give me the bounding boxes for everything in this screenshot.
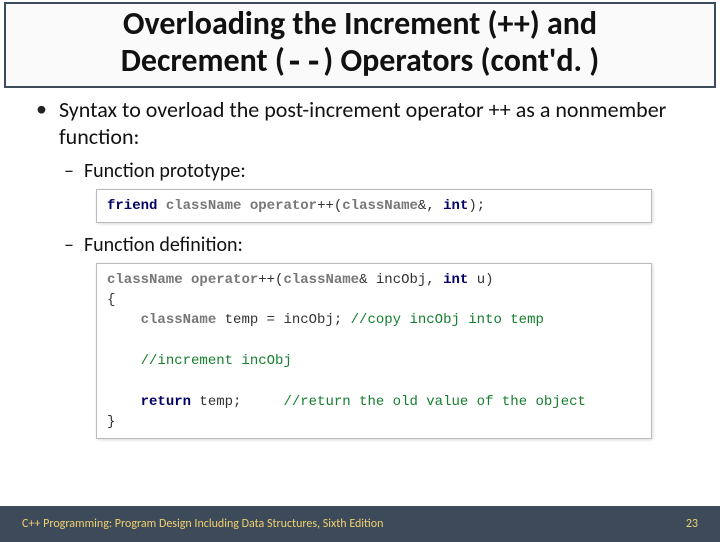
- slide-footer: C++ Programming: Program Design Includin…: [0, 506, 720, 542]
- code-prototype: friend className operator++(className&, …: [96, 189, 652, 223]
- code-definition: className operator++(className& incObj, …: [96, 263, 652, 439]
- title-line-2: Decrement (--) Operators (cont'd. ): [121, 41, 600, 80]
- dash-icon: –: [64, 233, 74, 257]
- footer-page-number: 23: [686, 517, 698, 531]
- sub-prototype-text: Function prototype:: [84, 159, 246, 183]
- sub-bullet-prototype: – Function prototype:: [64, 159, 692, 183]
- bullet-icon: •: [36, 96, 47, 122]
- bullet-main-text: Syntax to overload the post-increment op…: [59, 96, 692, 151]
- dash-icon: –: [64, 159, 74, 183]
- sub-bullet-definition: – Function definition:: [64, 233, 692, 257]
- slide-title: Overloading the Increment (++) and Decre…: [4, 2, 716, 88]
- bullet-main: • Syntax to overload the post-increment …: [36, 96, 692, 151]
- title-line-1: Overloading the Increment (++) and: [123, 4, 597, 43]
- slide-body: • Syntax to overload the post-increment …: [0, 96, 720, 440]
- footer-left: C++ Programming: Program Design Includin…: [22, 517, 383, 531]
- sub-definition-text: Function definition:: [84, 233, 243, 257]
